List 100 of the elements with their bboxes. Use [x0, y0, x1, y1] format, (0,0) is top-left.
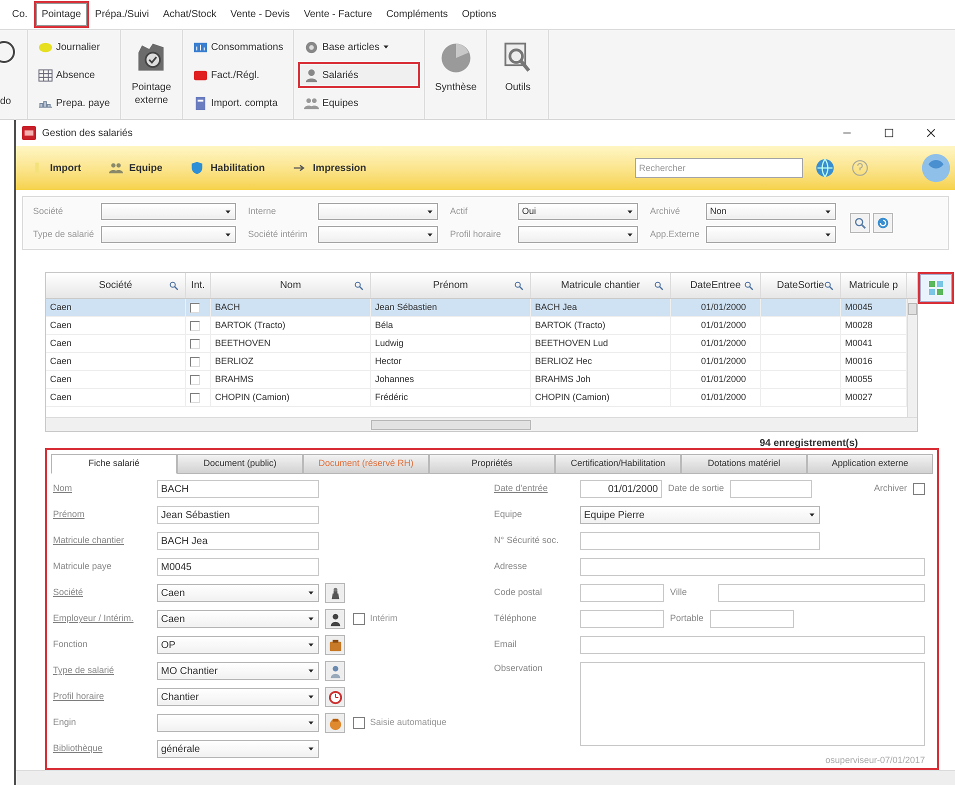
- checkbox[interactable]: [190, 356, 200, 366]
- globe-button[interactable]: [921, 153, 951, 183]
- dropdown[interactable]: OP: [157, 636, 319, 654]
- dropdown[interactable]: Oui: [518, 203, 638, 220]
- input-field[interactable]: [730, 480, 812, 498]
- ribbon-button[interactable]: Fact./Régl.: [188, 64, 288, 86]
- input-field[interactable]: [718, 584, 925, 602]
- dropdown[interactable]: Caen: [157, 584, 319, 602]
- search-field[interactable]: Rechercher: [635, 158, 803, 178]
- tab[interactable]: Application externe: [807, 454, 933, 474]
- checkbox[interactable]: [190, 338, 200, 348]
- search-button[interactable]: [850, 213, 870, 233]
- ribbon-button[interactable]: Consommations: [188, 36, 288, 58]
- checkbox[interactable]: [353, 717, 365, 729]
- input-field[interactable]: [580, 558, 925, 576]
- toolbar-button[interactable]: Impression: [292, 160, 366, 176]
- tab[interactable]: Propriétés: [429, 454, 555, 474]
- table-row[interactable]: Caen CHOPIN (Camion) Frédéric CHOPIN (Camion) 01/01/2000 M0027: [46, 389, 907, 407]
- column-header[interactable]: Prénom: [432, 278, 468, 293]
- field-link[interactable]: Employeur / Intérim.: [53, 612, 157, 626]
- input-field[interactable]: [580, 610, 664, 628]
- table-row[interactable]: Caen BEETHOVEN Ludwig BEETHOVEN Lud 01/01/2000 M0041: [46, 335, 907, 353]
- checkbox[interactable]: [190, 302, 200, 312]
- text-area[interactable]: [580, 662, 925, 746]
- column-header[interactable]: Nom: [280, 278, 302, 293]
- toolbar-button[interactable]: Import: [30, 160, 82, 176]
- toolbar-button[interactable]: Habilitation: [190, 160, 265, 176]
- field-link[interactable]: Nom: [53, 482, 157, 496]
- checkbox[interactable]: [190, 320, 200, 330]
- dropdown[interactable]: [101, 226, 236, 243]
- table-row[interactable]: Caen BRAHMS Johannes BRAHMS Joh 01/01/2000 M0055: [46, 371, 907, 389]
- dropdown[interactable]: Caen: [157, 610, 319, 628]
- column-chooser-button[interactable]: [920, 274, 952, 302]
- dropdown[interactable]: [101, 203, 236, 220]
- ribbon-button[interactable]: Outils: [487, 30, 550, 119]
- field-link[interactable]: Société: [53, 586, 157, 600]
- icon-button[interactable]: [325, 713, 345, 733]
- ribbon-button[interactable]: Absence: [34, 64, 114, 86]
- dropdown[interactable]: générale: [157, 740, 319, 758]
- column-header[interactable]: DateSortie: [776, 278, 824, 293]
- table-row[interactable]: Caen BACH Jean Sébastien BACH Jea 01/01/2000 M0045: [46, 299, 907, 317]
- table-row[interactable]: Caen BERLIOZ Hector BERLIOZ Hec 01/01/2000 M0016: [46, 353, 907, 371]
- tab[interactable]: Document (public): [177, 454, 303, 474]
- dropdown[interactable]: [318, 226, 438, 243]
- column-header[interactable]: Matricule p: [849, 278, 898, 293]
- menu-tab[interactable]: Achat/Stock: [156, 3, 222, 26]
- field-link[interactable]: Prénom: [53, 508, 157, 522]
- menu-tab[interactable]: Pointage: [36, 3, 88, 26]
- input-field[interactable]: BACH Jea: [157, 532, 319, 550]
- column-header[interactable]: Int.: [191, 278, 205, 293]
- ribbon-button[interactable]: Journalier: [34, 36, 114, 58]
- checkbox[interactable]: [913, 483, 925, 495]
- tab[interactable]: Certification/Habilitation: [555, 454, 681, 474]
- toolbar-button[interactable]: Equipe: [109, 160, 162, 176]
- icon-button[interactable]: [325, 687, 345, 707]
- input-field[interactable]: [710, 610, 794, 628]
- menu-tab[interactable]: Vente - Facture: [298, 3, 378, 26]
- menu-tab[interactable]: Prépa./Suivi: [89, 3, 155, 26]
- input-field[interactable]: BACH: [157, 480, 319, 498]
- menu-tab[interactable]: Vente - Devis: [224, 3, 296, 26]
- checkbox[interactable]: [190, 374, 200, 384]
- column-header[interactable]: Société: [98, 278, 132, 293]
- icon-button[interactable]: [325, 635, 345, 655]
- field-link[interactable]: Bibliothèque: [53, 742, 157, 756]
- dropdown[interactable]: [706, 226, 836, 243]
- menu-tab[interactable]: Compléments: [380, 3, 454, 26]
- input-field[interactable]: [580, 532, 820, 550]
- help-button[interactable]: [851, 159, 869, 177]
- ribbon-button[interactable]: Base articles: [300, 36, 418, 58]
- checkbox[interactable]: [190, 392, 200, 402]
- dropdown[interactable]: Chantier: [157, 688, 319, 706]
- input-field[interactable]: 01/01/2000: [580, 480, 662, 498]
- menu-tab[interactable]: Options: [456, 3, 502, 26]
- dropdown[interactable]: Equipe Pierre: [580, 506, 820, 524]
- ribbon-button[interactable]: Synthèse: [425, 30, 488, 119]
- input-field[interactable]: Jean Sébastien: [157, 506, 319, 524]
- dropdown[interactable]: [518, 226, 638, 243]
- tab[interactable]: Dotations matériel: [681, 454, 807, 474]
- ribbon-button[interactable]: Pointage externe: [120, 30, 183, 119]
- checkbox[interactable]: [353, 613, 365, 625]
- refresh-button[interactable]: [873, 213, 893, 233]
- ribbon-button[interactable]: Prepa. paye: [34, 92, 114, 114]
- tab[interactable]: Fiche salarié: [51, 454, 177, 474]
- ribbon-button[interactable]: Salariés: [300, 64, 418, 86]
- icon-button[interactable]: [325, 609, 345, 629]
- input-field[interactable]: [580, 584, 664, 602]
- scrollbar[interactable]: [907, 299, 917, 417]
- icon-button[interactable]: [325, 583, 345, 603]
- dropdown[interactable]: Non: [706, 203, 836, 220]
- ribbon-button[interactable]: Import. compta: [188, 92, 288, 114]
- scrollbar[interactable]: [46, 417, 917, 431]
- field-link[interactable]: Profil horaire: [53, 690, 157, 704]
- menu-tab[interactable]: Co.: [6, 3, 34, 26]
- dropdown[interactable]: [157, 714, 319, 732]
- dropdown[interactable]: [318, 203, 438, 220]
- table-row[interactable]: Caen BARTOK (Tracto) Béla BARTOK (Tracto) 01/01/2000 M0028: [46, 317, 907, 335]
- dropdown[interactable]: MO Chantier: [157, 662, 319, 680]
- ribbon-button[interactable]: Equipes: [300, 92, 418, 114]
- column-header[interactable]: DateEntree: [690, 278, 741, 293]
- field-link[interactable]: Matricule chantier: [53, 534, 157, 548]
